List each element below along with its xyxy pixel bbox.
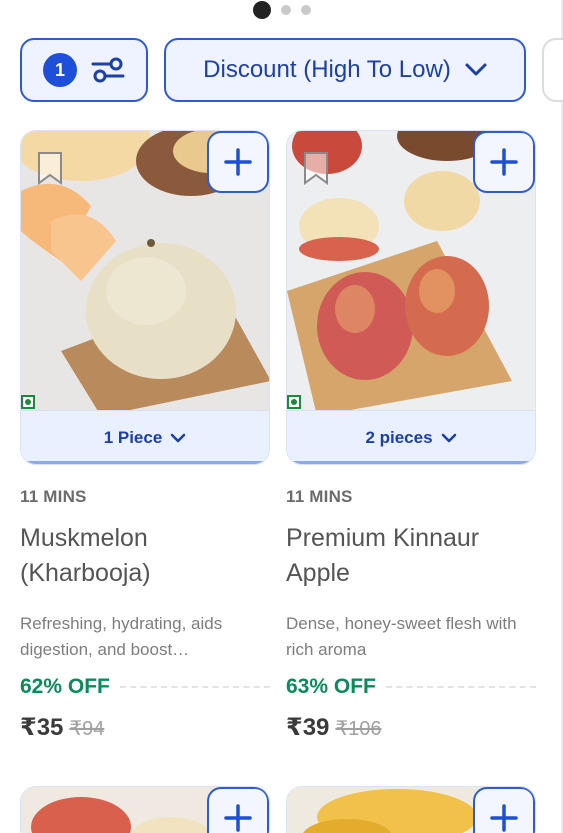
veg-indicator-icon <box>21 395 35 409</box>
bookmark-icon[interactable] <box>37 151 63 185</box>
product-image-box[interactable]: 2 pieces <box>286 130 536 465</box>
product-name[interactable]: Premium Kinnaur Apple <box>286 521 536 591</box>
add-to-cart-button[interactable] <box>473 787 535 833</box>
mrp-price: ₹94 <box>69 718 105 740</box>
discount-label: 63% OFF <box>286 675 376 698</box>
add-to-cart-button[interactable] <box>473 131 535 193</box>
pager-dot-active[interactable] <box>252 1 271 19</box>
filter-bar: 1 Discount (High To Low) <box>20 38 526 102</box>
sort-label: Discount (High To Low) <box>203 56 451 83</box>
chevron-down-icon <box>441 433 456 442</box>
quantity-selector[interactable]: 2 pieces <box>287 410 535 464</box>
product-card-partial[interactable] <box>20 786 270 833</box>
divider <box>119 686 270 688</box>
product-card[interactable]: 1 Piece 11 MINS Muskmelon (Kharbooja) Re… <box>20 130 270 742</box>
veg-indicator-icon <box>287 395 301 409</box>
product-image-box[interactable]: 1 Piece <box>20 130 270 465</box>
quantity-selector[interactable]: 1 Piece <box>21 410 269 464</box>
product-description: Dense, honey-sweet flesh with rich aroma <box>286 614 517 659</box>
filter-count-badge: 1 <box>43 53 77 87</box>
selling-price: ₹35 <box>20 714 64 741</box>
more-filters-button[interactable] <box>542 38 563 102</box>
product-description: Refreshing, hydrating, aids digestion, a… <box>20 614 223 659</box>
bookmark-icon[interactable] <box>303 151 329 185</box>
sort-dropdown[interactable]: Discount (High To Low) <box>164 38 526 102</box>
filter-button[interactable]: 1 <box>20 38 148 102</box>
quantity-label: 1 Piece <box>103 427 163 447</box>
add-to-cart-button[interactable] <box>207 787 269 833</box>
add-to-cart-button[interactable] <box>207 131 269 193</box>
mrp-price: ₹106 <box>335 718 382 740</box>
pager-dot[interactable] <box>280 5 291 15</box>
delivery-eta: 11 MINS <box>286 487 353 506</box>
carousel-pager <box>0 0 563 20</box>
chevron-down-icon <box>465 63 487 76</box>
plus-icon <box>490 148 518 176</box>
product-card[interactable]: 2 pieces 11 MINS Premium Kinnaur Apple D… <box>286 130 536 742</box>
product-card-partial[interactable] <box>286 786 536 833</box>
selling-price: ₹39 <box>286 714 330 741</box>
plus-icon <box>224 804 252 832</box>
plus-icon <box>224 148 252 176</box>
divider <box>385 686 536 688</box>
discount-label: 62% OFF <box>20 675 110 698</box>
pager-dot[interactable] <box>300 5 311 15</box>
chevron-down-icon <box>171 433 186 442</box>
sliders-icon <box>91 57 125 83</box>
plus-icon <box>490 804 518 832</box>
quantity-label: 2 pieces <box>365 427 433 447</box>
product-name[interactable]: Muskmelon (Kharbooja) <box>20 521 270 591</box>
delivery-eta: 11 MINS <box>20 487 87 506</box>
